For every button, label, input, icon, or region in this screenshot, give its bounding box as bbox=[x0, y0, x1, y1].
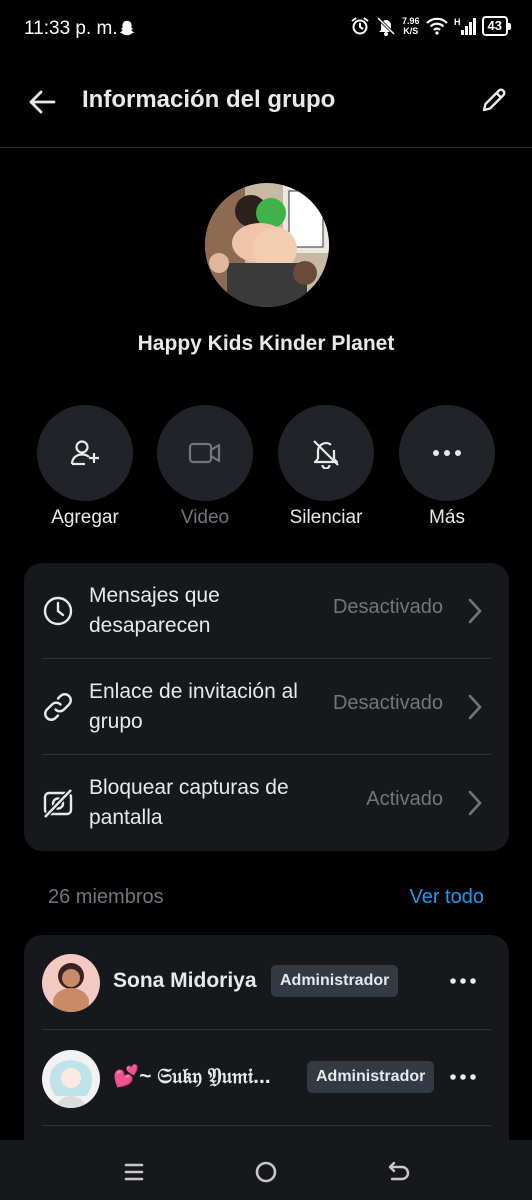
pencil-icon bbox=[482, 88, 506, 112]
home-icon[interactable] bbox=[252, 1158, 280, 1186]
more-action[interactable]: Más bbox=[387, 405, 507, 529]
setting-disappearing-messages[interactable]: Mensajes que desaparecen Desactivado bbox=[24, 563, 509, 659]
more-dots-icon bbox=[433, 450, 461, 456]
page-title: Información del grupo bbox=[82, 86, 336, 113]
video-button bbox=[157, 405, 253, 501]
svg-text:H: H bbox=[454, 17, 461, 27]
status-bar: 11:33 p. m. 7.96 K/S H 43 bbox=[0, 0, 532, 58]
avatar bbox=[42, 1050, 100, 1108]
more-button[interactable] bbox=[399, 405, 495, 501]
add-action[interactable]: Agregar bbox=[25, 405, 145, 529]
chevron-right-icon bbox=[468, 790, 482, 816]
avatar-image bbox=[42, 1050, 100, 1108]
actions-row: Agregar Video Silenciar Más bbox=[0, 405, 532, 535]
divider bbox=[42, 1029, 491, 1030]
mute-button[interactable] bbox=[278, 405, 374, 501]
member-name: Sona Midoriya bbox=[113, 969, 257, 992]
more-dots-icon[interactable] bbox=[449, 1067, 477, 1087]
screenshot-blocked-icon bbox=[43, 788, 73, 819]
setting-value: Desactivado bbox=[332, 596, 443, 618]
status-icons: 7.96 K/S H 43 bbox=[350, 16, 512, 36]
add-person-icon bbox=[70, 440, 99, 466]
more-label: Más bbox=[429, 507, 465, 528]
add-button[interactable] bbox=[37, 405, 133, 501]
members-card: Sona Midoriya Administrador 💕~ 𝔖𝔲𝔨𝔶 𝔜𝔲𝔪𝔦… bbox=[24, 935, 509, 1155]
settings-card: Mensajes que desaparecen Desactivado Enl… bbox=[24, 563, 509, 851]
members-count: 26 miembros bbox=[48, 886, 164, 908]
notifications-off-icon bbox=[376, 16, 396, 36]
recent-apps-icon[interactable] bbox=[120, 1158, 148, 1186]
group-name: Happy Kids Kinder Planet bbox=[137, 332, 395, 355]
video-label: Video bbox=[180, 507, 230, 528]
net-speed-value: 7.96 bbox=[402, 16, 420, 26]
avatar bbox=[42, 954, 100, 1012]
net-speed: 7.96 K/S bbox=[402, 16, 420, 36]
avatar-image bbox=[42, 954, 100, 1012]
signal-icon: H bbox=[454, 17, 476, 35]
video-camera-icon bbox=[188, 442, 221, 464]
arrow-left-icon bbox=[29, 90, 56, 114]
mute-action[interactable]: Silenciar bbox=[266, 405, 386, 529]
setting-invite-link[interactable]: Enlace de invitación al grupo Desactivad… bbox=[24, 659, 509, 755]
back-button[interactable] bbox=[24, 84, 60, 120]
setting-title: Bloquear capturas de pantalla bbox=[89, 776, 289, 829]
member-name: 💕~ 𝔖𝔲𝔨𝔶 𝔜𝔲𝔪𝔦... bbox=[113, 1065, 271, 1088]
divider bbox=[42, 1125, 491, 1126]
setting-value: Activado bbox=[366, 788, 443, 810]
member-row[interactable]: Sona Midoriya Administrador bbox=[24, 935, 509, 1031]
more-dots-icon[interactable] bbox=[449, 971, 477, 991]
alarm-icon bbox=[351, 17, 369, 35]
mute-label: Silenciar bbox=[289, 507, 363, 528]
edit-button[interactable] bbox=[476, 82, 512, 118]
admin-badge: Administrador bbox=[271, 965, 399, 997]
see-all-link[interactable]: Ver todo bbox=[409, 886, 484, 909]
add-label: Agregar bbox=[51, 507, 119, 528]
setting-block-screenshots[interactable]: Bloquear capturas de pantalla Activado bbox=[24, 755, 509, 851]
admin-badge: Administrador bbox=[307, 1061, 435, 1093]
link-icon bbox=[44, 693, 72, 721]
setting-title: Mensajes que desaparecen bbox=[89, 584, 220, 637]
group-avatar-image bbox=[205, 183, 329, 307]
member-row[interactable]: 💕~ 𝔖𝔲𝔨𝔶 𝔜𝔲𝔪𝔦... Administrador bbox=[24, 1031, 509, 1127]
status-time: 11:33 p. m. bbox=[24, 18, 118, 39]
chevron-right-icon bbox=[468, 694, 482, 720]
chevron-right-icon bbox=[468, 598, 482, 624]
header: Información del grupo bbox=[0, 58, 532, 148]
system-nav-bar bbox=[0, 1140, 532, 1200]
video-action: Video bbox=[145, 405, 265, 529]
snapchat-ghost-icon bbox=[119, 20, 135, 36]
group-avatar[interactable] bbox=[205, 183, 329, 307]
setting-title: Enlace de invitación al grupo bbox=[89, 680, 298, 733]
setting-value: Desactivado bbox=[332, 692, 443, 714]
bell-off-icon bbox=[313, 440, 339, 469]
net-speed-unit: K/S bbox=[403, 26, 419, 36]
clock-icon bbox=[43, 596, 73, 626]
back-nav-icon[interactable] bbox=[385, 1158, 413, 1186]
battery-icon: 43 bbox=[481, 16, 512, 36]
wifi-icon bbox=[425, 17, 448, 35]
